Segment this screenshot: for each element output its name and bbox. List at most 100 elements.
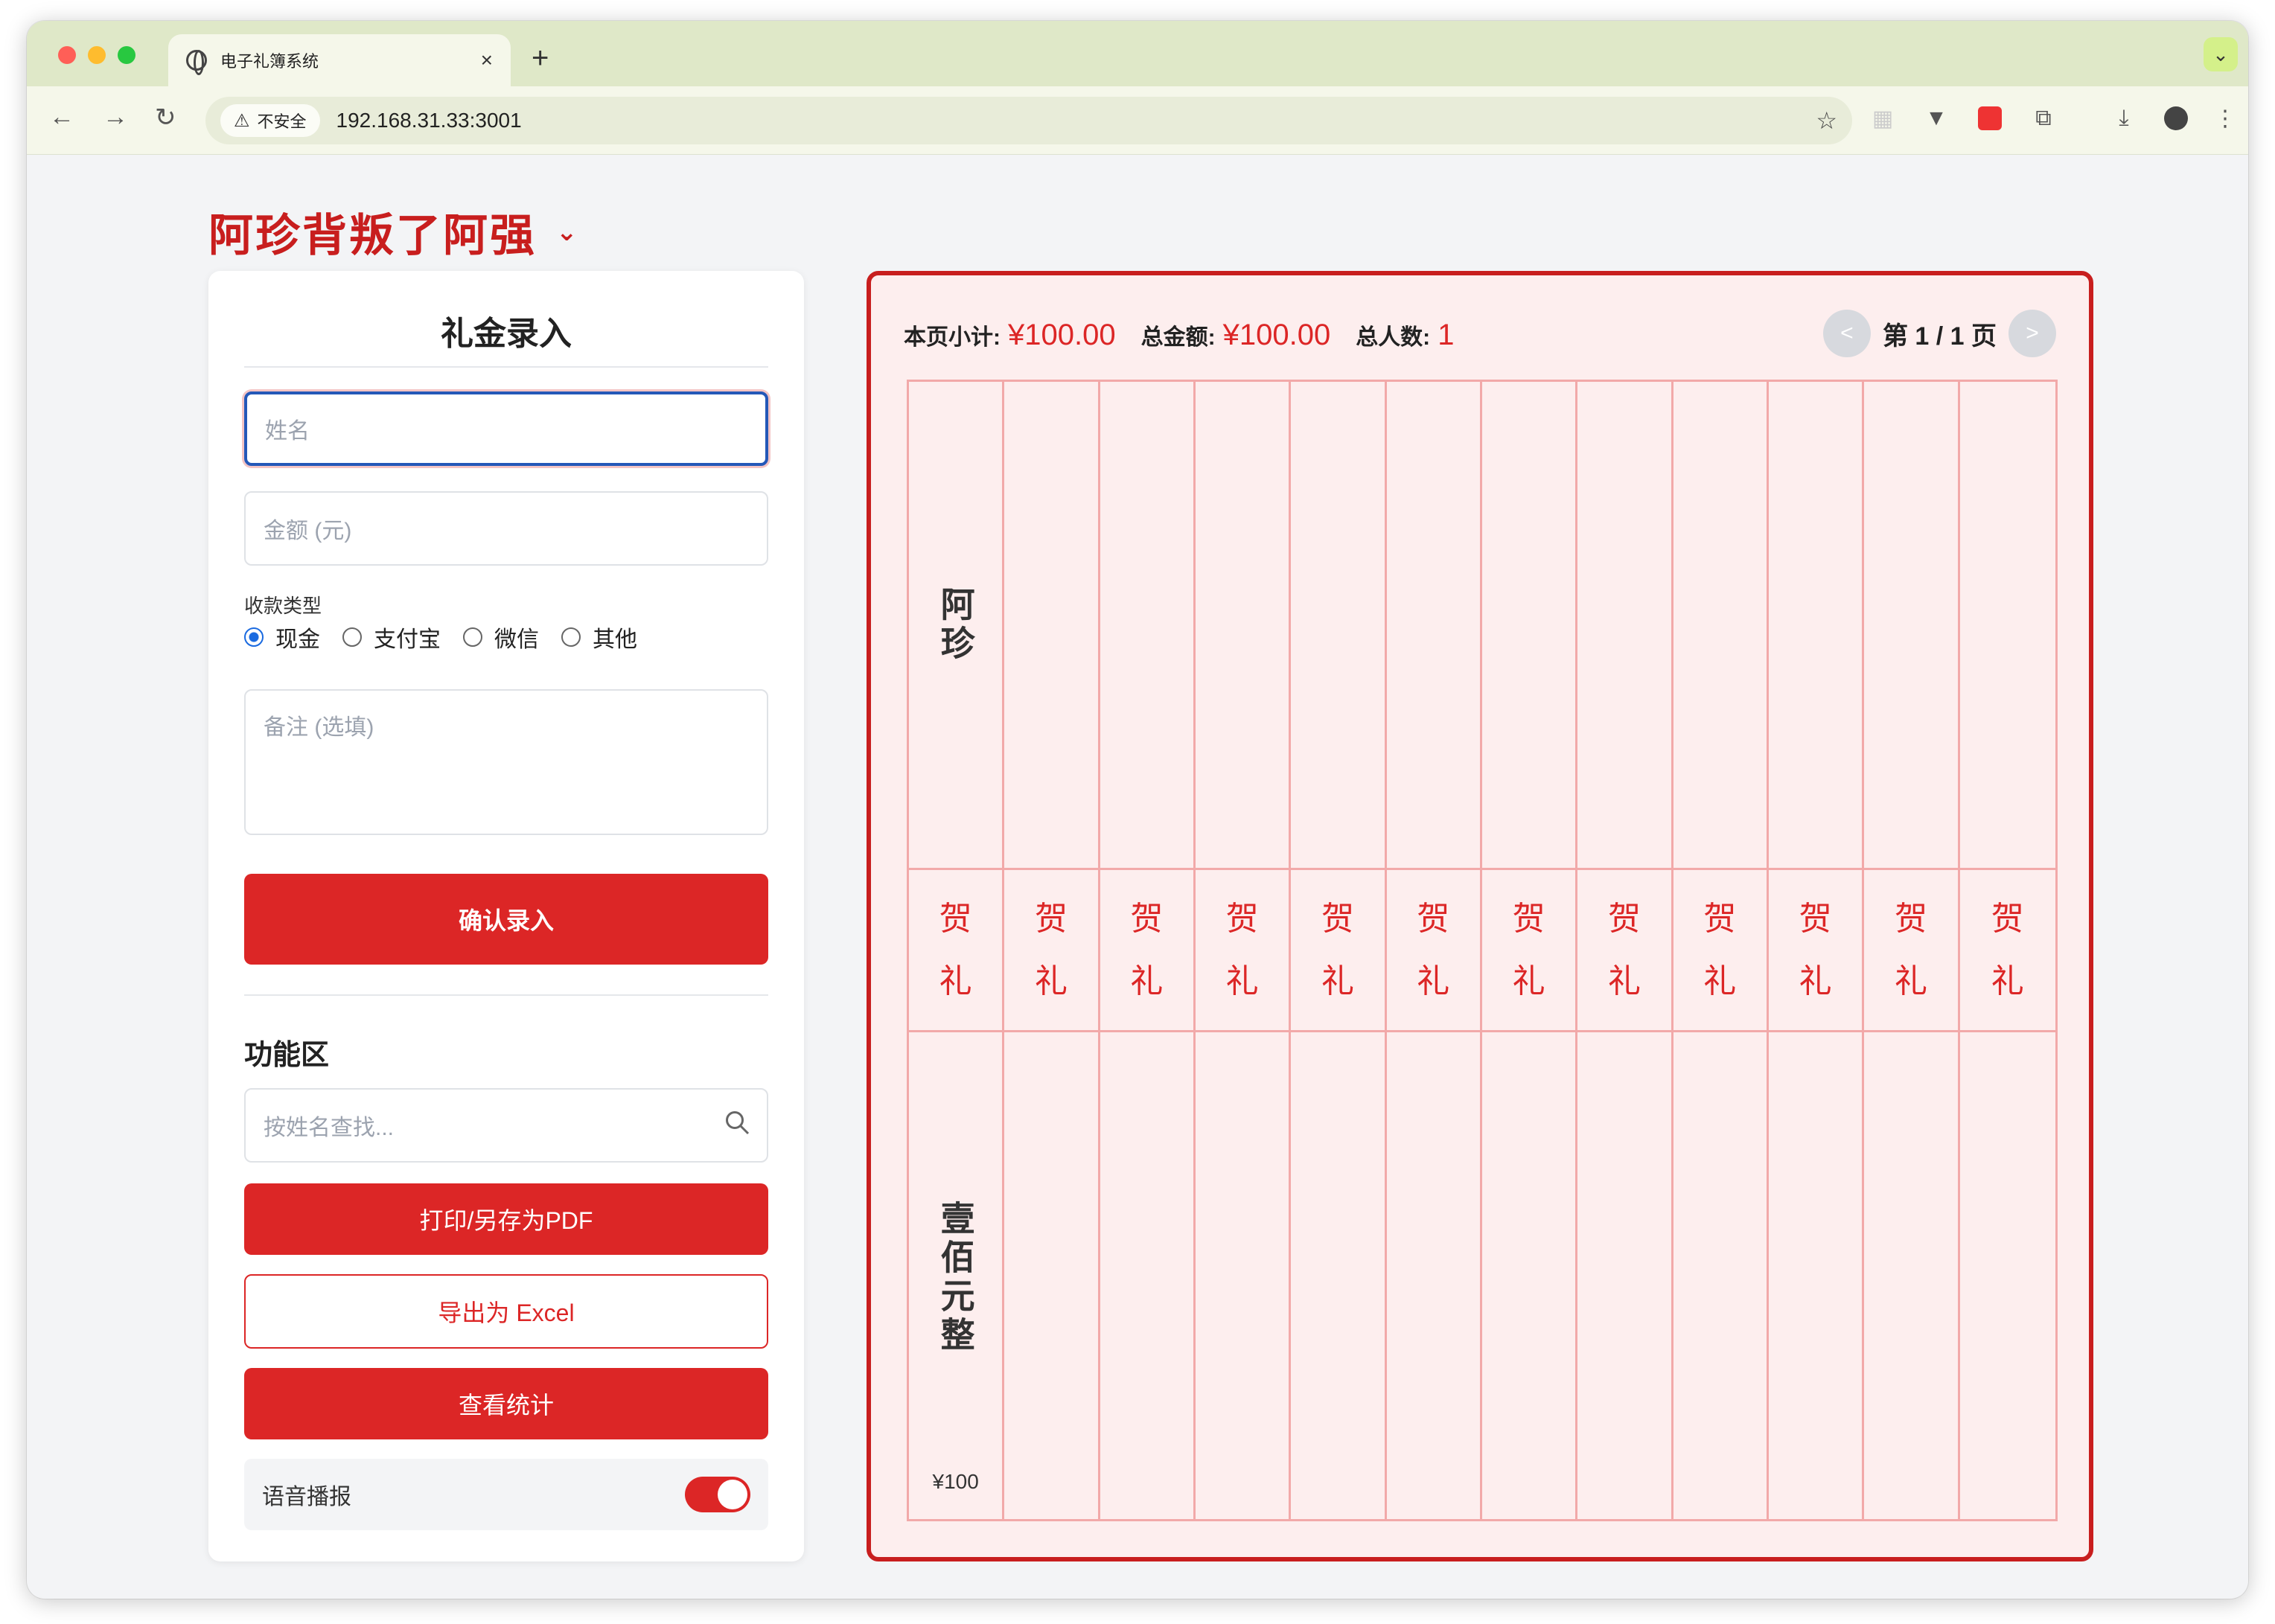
forward-arrow-icon[interactable]: → [103,103,128,132]
amount-cell [1960,1032,2055,1524]
tab-close-icon[interactable]: × [481,48,493,72]
guest-name-cell: 阿珍 [909,382,1003,870]
page-subtotal-value: ¥100.00 [1008,319,1116,351]
book-column: 阿珍贺礼壹佰元整 ¥100 [909,382,1005,1519]
guest-name-cell [1386,382,1480,870]
address-bar[interactable]: ⚠ 不安全 192.168.31.33:3001 ☆ [205,97,1852,144]
total-people-label: 总人数: [1356,325,1431,350]
gift-char-he: 贺 [1607,899,1641,938]
book-column: 贺礼 [1100,382,1196,1519]
radio-button[interactable] [463,627,482,647]
extensions-puzzle-icon[interactable]: ⧉ [2028,103,2059,134]
guest-name-cell [1577,382,1671,870]
tab-search-chevron-icon[interactable]: ⌄ [2204,37,2238,71]
prev-page-button[interactable]: < [1822,310,1871,357]
close-window-button[interactable] [58,46,76,64]
url-text[interactable]: 192.168.31.33:3001 [336,109,1816,132]
amount-cell [1864,1032,1957,1524]
view-stats-button[interactable]: 查看统计 [244,1368,768,1439]
radio-alipay[interactable]: 支付宝 [342,621,441,653]
next-page-button[interactable]: > [2008,310,2056,357]
amount-cell [1100,1032,1193,1524]
guest-name-cell [1004,382,1098,870]
gift-book-grid: 阿珍贺礼壹佰元整 ¥100 贺礼贺礼贺礼贺礼贺礼贺礼贺礼贺礼贺礼贺礼贺礼 [907,380,2058,1521]
profile-avatar[interactable] [2160,103,2192,134]
total-people-value: 1 [1438,319,1455,351]
gift-char-li: 礼 [939,962,972,1000]
gift-char-li: 礼 [1130,962,1164,1000]
minimize-window-button[interactable] [88,46,106,64]
gift-char-he: 贺 [1512,899,1545,938]
reload-icon[interactable]: ↻ [155,103,176,132]
radio-button[interactable] [561,627,581,647]
gift-label-cell: 贺礼 [1481,870,1576,1032]
gift-label-cell: 贺礼 [1386,870,1480,1032]
new-tab-button[interactable]: + [532,43,549,73]
radio-cash[interactable]: 现金 [244,621,320,653]
gift-char-he: 贺 [1130,899,1164,938]
search-input[interactable]: 按姓名查找... [244,1088,768,1163]
book-stats: 本页小计: ¥100.00 总金额: ¥100.00 总人数: 1 [904,319,1479,352]
note-textarea[interactable]: 备注 (选填) [244,689,768,835]
book-column: 贺礼 [1959,382,2055,1519]
payment-type-label: 收款类型 [244,595,322,617]
book-column: 贺礼 [1481,382,1578,1519]
browser-menu-icon[interactable]: ⋮ [2209,103,2241,134]
book-column: 贺礼 [1291,382,1387,1519]
gift-char-he: 贺 [1799,899,1832,938]
browser-tab[interactable]: 电子礼簿系统 × [168,34,511,86]
total-amount-value: ¥100.00 [1222,319,1331,351]
divider [244,994,768,996]
back-arrow-icon[interactable]: ← [49,103,74,132]
name-input[interactable]: 姓名 [244,391,768,466]
radio-button[interactable] [342,627,362,647]
print-pdf-button[interactable]: 打印/另存为PDF [244,1183,768,1255]
gift-label-cell: 贺礼 [1673,870,1767,1032]
extension-grid-icon[interactable]: ▦ [1867,103,1898,134]
extension-vue-icon[interactable]: ▼ [1921,103,1952,134]
browser-toolbar: ← → ↻ ⚠ 不安全 192.168.31.33:3001 ☆ ▦ ▼ ⧉ ⤓… [27,86,2248,155]
gift-char-li: 礼 [1991,962,2024,1000]
event-selector[interactable]: 阿珍背叛了阿强 ⌄ [208,199,580,264]
amount-input[interactable]: 金额 (元) [244,491,768,566]
gift-char-he: 贺 [1417,899,1450,938]
book-column: 贺礼 [1386,382,1482,1519]
amount-cell [1673,1032,1767,1524]
chevron-down-icon: ⌄ [556,217,580,246]
bookmark-star-icon[interactable]: ☆ [1816,106,1837,135]
radio-button[interactable] [244,627,264,647]
voice-broadcast-toggle[interactable] [685,1477,750,1512]
radio-wechat[interactable]: 微信 [463,621,539,653]
guest-name-cell [1864,382,1958,870]
book-column: 贺礼 [1673,382,1769,1519]
book-column: 贺礼 [1577,382,1673,1519]
gift-book: 本页小计: ¥100.00 总金额: ¥100.00 总人数: 1 < 第 1 … [867,271,2093,1561]
maximize-window-button[interactable] [118,46,135,64]
security-label: 不安全 [257,112,307,131]
amount-cell [1004,1032,1097,1524]
gift-label-cell: 贺礼 [1959,870,2055,1032]
guest-name-cell [1481,382,1576,870]
extension-fe-icon[interactable] [1974,103,2006,134]
search-icon[interactable] [724,1109,750,1136]
gift-label-cell: 贺礼 [1291,870,1385,1032]
guest-name-cell [1768,382,1863,870]
export-excel-button[interactable]: 导出为 Excel [244,1274,768,1349]
payment-type-group: 现金 支付宝 微信 其他 [244,621,660,653]
radio-other[interactable]: 其他 [561,621,637,653]
gift-char-li: 礼 [1703,962,1737,1000]
radio-label: 现金 [275,627,320,652]
globe-icon [186,50,207,75]
guest-name-cell [1195,382,1289,870]
amount-cell [1291,1032,1384,1524]
gift-char-li: 礼 [1225,962,1259,1000]
download-icon[interactable]: ⤓ [2108,103,2140,134]
book-column: 贺礼 [1004,382,1100,1519]
submit-button[interactable]: 确认录入 [244,874,768,965]
security-chip[interactable]: ⚠ 不安全 [220,104,320,137]
guest-name-cell [1673,382,1767,870]
guest-name: 阿珍 [935,586,976,664]
voice-broadcast-row: 语音播报 [244,1459,768,1530]
gift-char-he: 贺 [1991,899,2024,938]
form-heading: 礼金录入 [244,271,768,368]
